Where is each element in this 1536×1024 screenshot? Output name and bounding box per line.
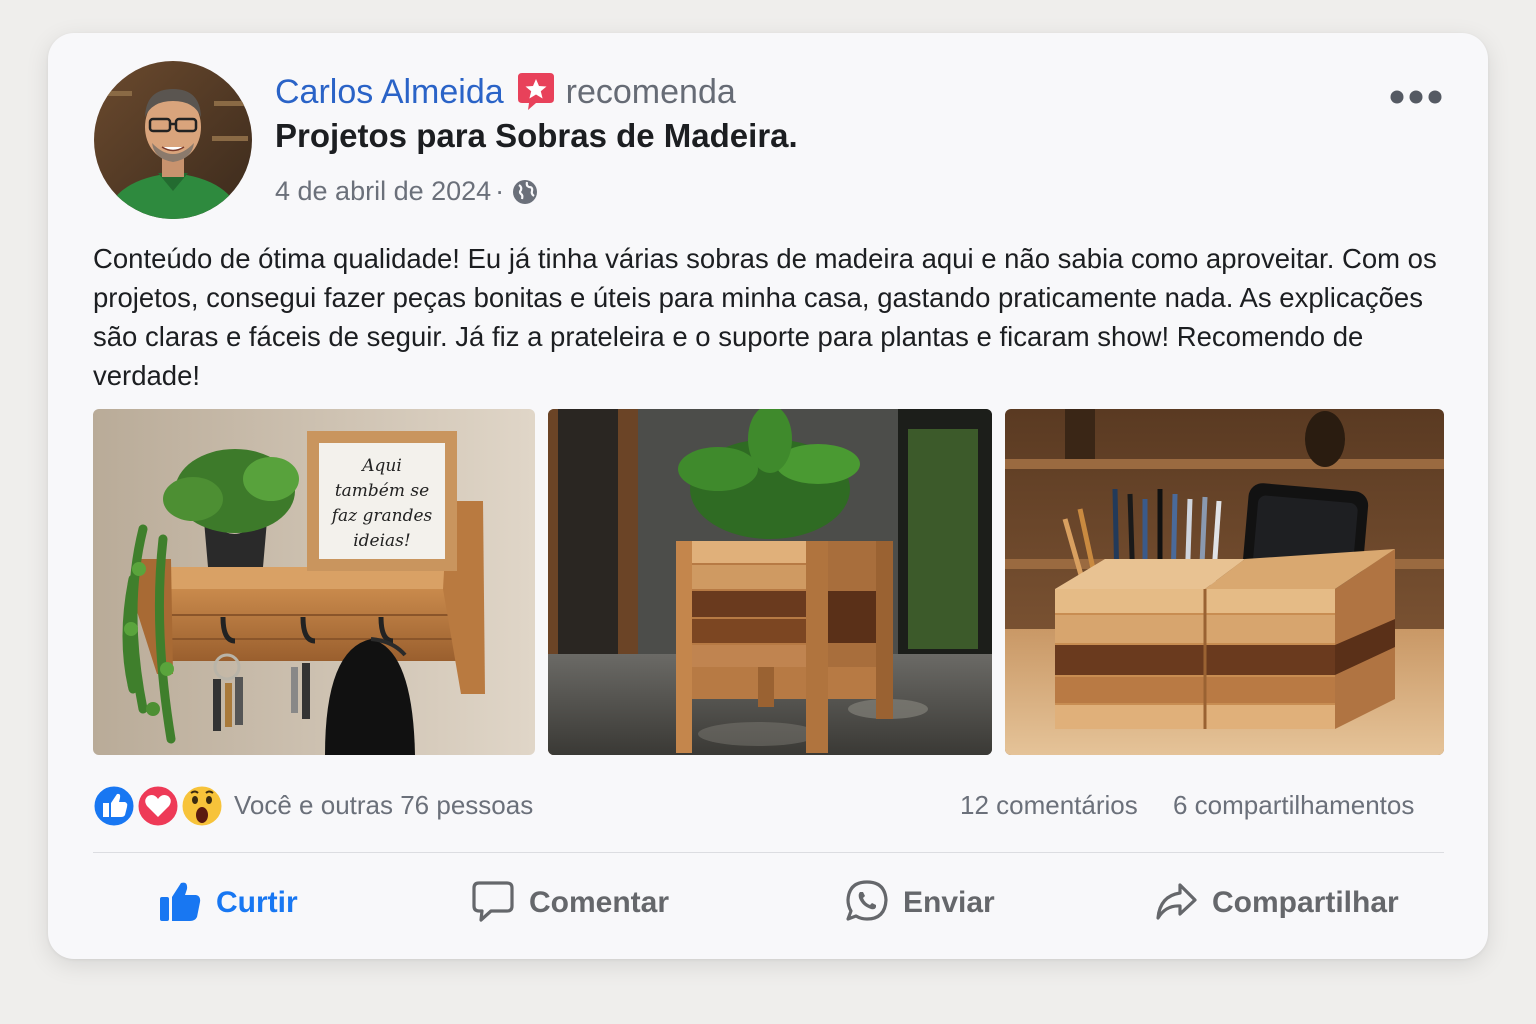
love-reaction-icon xyxy=(135,783,181,829)
whatsapp-icon xyxy=(845,879,889,928)
share-arrow-icon xyxy=(1154,879,1198,928)
comments-count[interactable]: 12 comentários xyxy=(960,788,1138,822)
share-button[interactable]: Compartilhar xyxy=(1154,879,1399,927)
share-label: Compartilhar xyxy=(1212,886,1399,919)
globe-icon[interactable] xyxy=(512,178,538,214)
recommend-label: recomenda xyxy=(565,73,736,111)
stats-divider xyxy=(93,852,1444,853)
reaction-icons[interactable] xyxy=(91,783,232,829)
reaction-count[interactable]: Você e outras 76 pessoas xyxy=(234,788,533,822)
sign-line-3: faz grandes xyxy=(330,506,433,526)
wall-shelf-photo[interactable]: Aqui também se faz grandes ideias! xyxy=(93,409,535,755)
author-avatar[interactable] xyxy=(94,61,252,219)
post-meta: 4 de abril de 2024 · xyxy=(275,173,538,214)
recommended-page-title[interactable]: Projetos para Sobras de Madeira. xyxy=(275,115,798,157)
sign-line-1: Aqui xyxy=(360,456,402,476)
recommend-star-icon xyxy=(516,71,556,121)
sign-line-4: ideias! xyxy=(353,531,411,551)
thumbs-up-icon xyxy=(158,879,202,928)
shares-count[interactable]: 6 compartilhamentos xyxy=(1173,788,1414,822)
more-options-icon[interactable] xyxy=(1388,85,1444,109)
like-reaction-icon xyxy=(91,783,137,829)
post-header: Carlos Almeida recomenda xyxy=(275,71,736,121)
send-button[interactable]: Enviar xyxy=(845,879,995,927)
planter-box-photo[interactable] xyxy=(548,409,992,755)
wow-reaction-icon xyxy=(179,783,225,829)
comment-icon xyxy=(471,879,515,928)
like-label: Curtir xyxy=(216,886,298,919)
post-body-text: Conteúdo de ótima qualidade! Eu já tinha… xyxy=(93,243,1437,391)
author-name[interactable]: Carlos Almeida xyxy=(275,73,504,111)
desk-organizer-photo[interactable] xyxy=(1005,409,1444,755)
comment-button[interactable]: Comentar xyxy=(471,879,669,927)
send-label: Enviar xyxy=(903,886,995,919)
comment-label: Comentar xyxy=(529,886,670,919)
sign-line-2: também se xyxy=(335,481,429,501)
like-button[interactable]: Curtir xyxy=(158,879,298,927)
meta-separator: · xyxy=(495,176,505,206)
post-date[interactable]: 4 de abril de 2024 xyxy=(275,176,491,206)
post-card: Carlos Almeida recomenda Projetos para So… xyxy=(48,33,1488,959)
